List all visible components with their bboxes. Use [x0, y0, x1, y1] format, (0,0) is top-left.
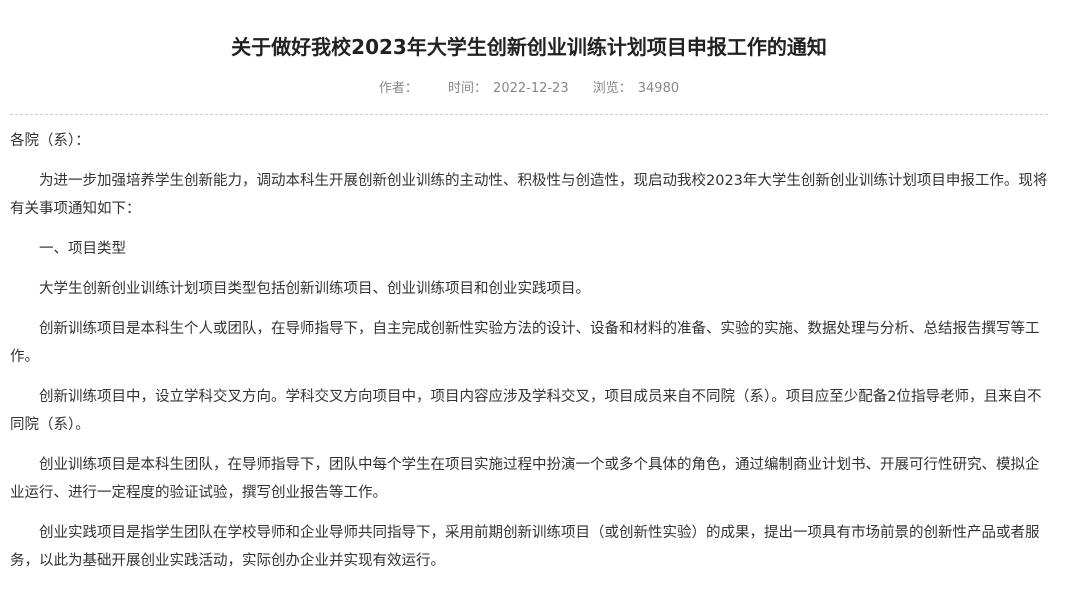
meta-views-value: 34980 — [637, 81, 680, 96]
meta-views: 浏览： 34980 — [593, 81, 679, 96]
body-paragraph: 创业训练项目是本科生团队，在导师指导下，团队中每个学生在项目实施过程中扮演一个或… — [10, 457, 1040, 501]
article-title: 关于做好我校2023年大学生创新创业训练计划项目申报工作的通知 — [231, 35, 827, 59]
body-paragraph: 创业实践项目是指学生团队在学校导师和企业导师共同指导下，采用前期创新训练项目（或… — [10, 525, 1040, 569]
meta-views-label: 浏览： — [592, 81, 632, 96]
body-paragraph: 创新训练项目是本科生个人或团队，在导师指导下，自主完成创新性实验方法的设计、设备… — [10, 321, 1040, 365]
section-heading: 一、项目类型 — [39, 241, 126, 257]
article: 关于做好我校2023年大学生创新创业训练计划项目申报工作的通知 作者： 时间： 2… — [0, 0, 1080, 593]
article-body: 各院（系）： 为进一步加强培养学生创新能力，调动本科生开展创新创业训练的主动性、… — [10, 127, 1048, 575]
article-meta: 作者： 时间： 2022-12-23 浏览： 34980 — [10, 80, 1048, 98]
meta-divider — [10, 114, 1048, 115]
salutation: 各院（系）： — [10, 133, 90, 149]
meta-author-label: 作者： — [378, 81, 418, 96]
meta-author: 作者： — [379, 81, 428, 96]
meta-time: 时间： 2022-12-23 — [448, 81, 573, 96]
body-paragraph: 大学生创新创业训练计划项目类型包括创新训练项目、创业训练项目和创业实践项目。 — [39, 281, 590, 297]
intro-paragraph: 为进一步加强培养学生创新能力，调动本科生开展创新创业训练的主动性、积极性与创造性… — [10, 173, 1048, 217]
meta-time-value: 2022-12-23 — [493, 81, 569, 96]
meta-time-label: 时间： — [448, 81, 488, 96]
body-paragraph: 创新训练项目中，设立学科交叉方向。学科交叉方向项目中，项目内容应涉及学科交叉，项… — [10, 389, 1042, 433]
